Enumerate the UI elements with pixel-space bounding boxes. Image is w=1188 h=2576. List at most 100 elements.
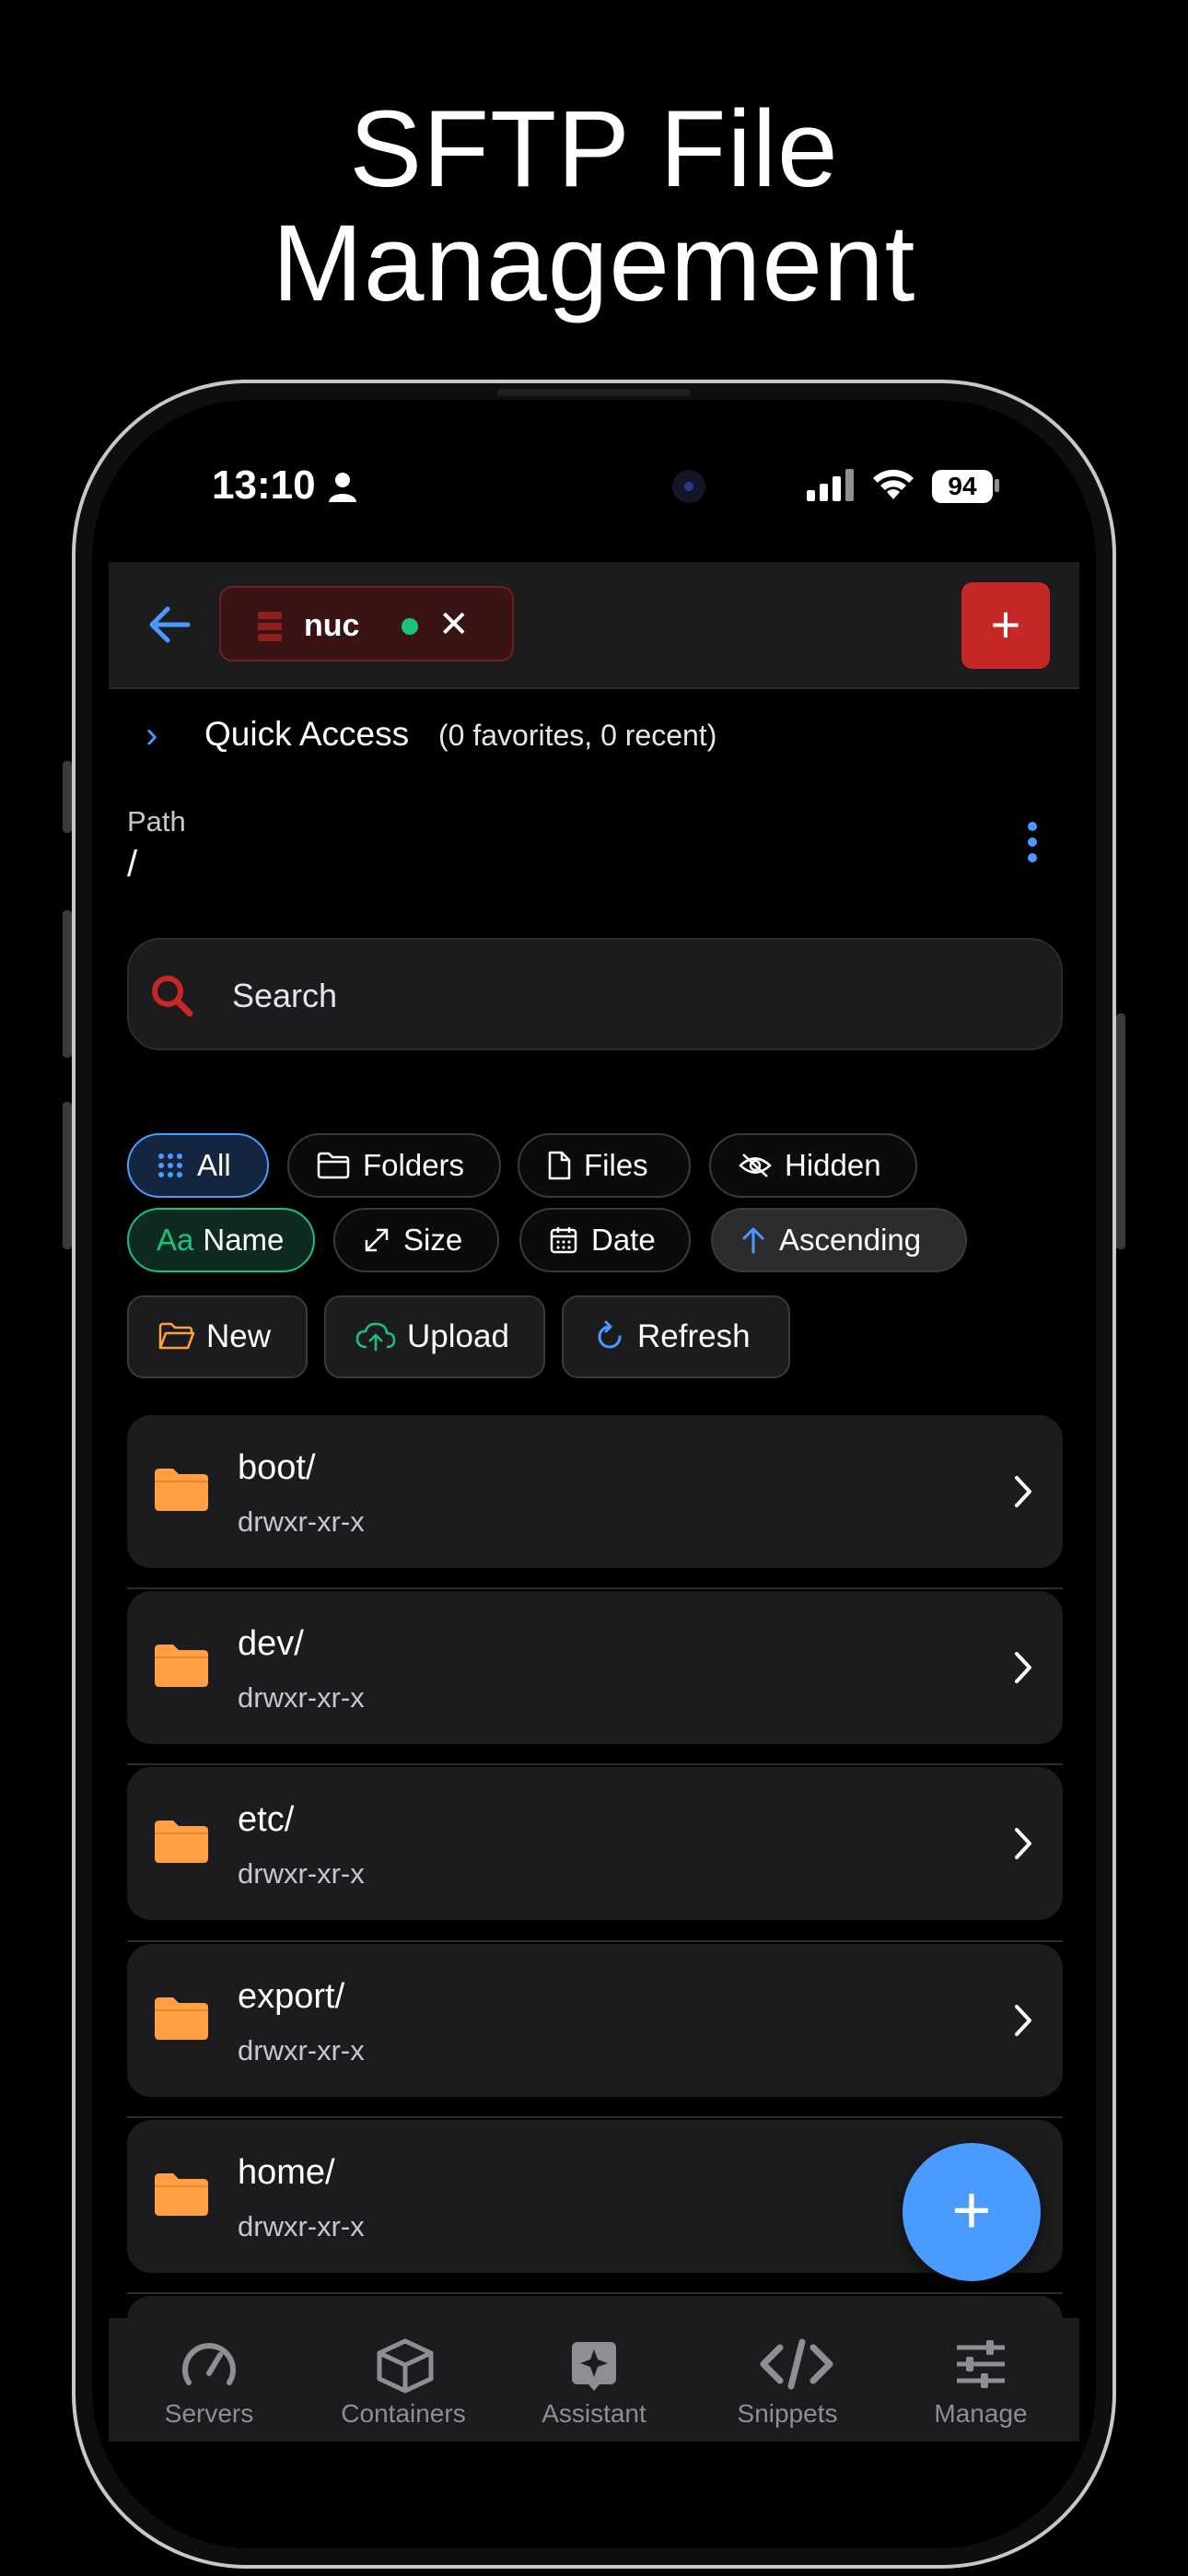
filter-folders-chip[interactable]: Folders (287, 1133, 501, 1198)
chevron-right-icon (1015, 1652, 1031, 1683)
entry-name: export/ (238, 1977, 345, 2016)
tab-assistant[interactable]: Assistant (497, 2318, 691, 2441)
list-item[interactable]: etc/ drwxr-xr-x (127, 1767, 1063, 1920)
chevron-right-icon (1015, 1476, 1031, 1507)
plus-icon: + (951, 2172, 992, 2248)
list-item[interactable]: export/ drwxr-xr-x (127, 1944, 1063, 2097)
headline: SFTP File Management (0, 92, 1188, 321)
code-icon (760, 2338, 833, 2390)
server-tab-chip[interactable]: nuc ✕ (219, 586, 514, 662)
tab-servers-label: Servers (164, 2399, 254, 2428)
arrow-up-icon (742, 1227, 764, 1254)
list-item[interactable]: boot/ drwxr-xr-x (127, 1415, 1063, 1568)
gauge-icon (182, 2343, 236, 2385)
search-input[interactable] (230, 967, 1026, 1025)
headline-line2: Management (272, 203, 916, 324)
bottom-tab-bar: Servers Containers Assistant Snippets Ma… (109, 2318, 1079, 2441)
speaker-grille (497, 389, 691, 396)
tab-assistant-label: Assistant (542, 2399, 646, 2428)
sliders-icon (957, 2340, 1005, 2388)
entry-permissions: drwxr-xr-x (238, 2210, 365, 2242)
add-connection-button[interactable]: + (961, 582, 1050, 669)
server-icon (258, 612, 282, 641)
sparkle-icon (572, 2342, 616, 2391)
volume-up-button (63, 910, 72, 1058)
sort-order-chip[interactable]: Ascending (711, 1208, 967, 1272)
power-button (1116, 1013, 1125, 1249)
server-name: nuc (304, 608, 360, 643)
filter-files-label: Files (584, 1148, 648, 1182)
folder-outline-icon (317, 1152, 350, 1179)
folder-icon (155, 2173, 208, 2216)
list-divider (127, 1587, 1063, 1589)
refresh-button[interactable]: Refresh (562, 1295, 790, 1378)
tab-manage[interactable]: Manage (884, 2318, 1077, 2441)
entry-name: dev/ (238, 1624, 304, 1663)
resize-arrows-icon (365, 1228, 389, 1252)
folder-icon (155, 1645, 208, 1687)
calendar-icon (550, 1227, 577, 1254)
sort-name-chip[interactable]: Aa Name (127, 1208, 315, 1272)
filter-all-chip[interactable]: All (127, 1133, 269, 1198)
cloud-upload-icon (355, 1322, 396, 1351)
person-icon (329, 473, 356, 502)
tab-containers[interactable]: Containers (307, 2318, 500, 2441)
plus-icon: + (990, 595, 1021, 653)
grid-icon (158, 1153, 182, 1177)
wifi-icon (873, 469, 914, 499)
folder-icon (155, 1997, 208, 2040)
filter-all-label: All (197, 1148, 231, 1182)
action-button (63, 761, 72, 833)
entry-permissions: drwxr-xr-x (238, 1857, 365, 1890)
sort-name-label: Name (203, 1223, 285, 1257)
box-icon (377, 2338, 434, 2394)
entry-permissions: drwxr-xr-x (238, 1681, 365, 1714)
file-icon (548, 1151, 571, 1180)
connection-status-dot (402, 618, 418, 635)
entry-permissions: drwxr-xr-x (238, 2034, 365, 2067)
path-value: / (127, 844, 138, 884)
battery-icon (995, 479, 999, 492)
headline-line1: SFTP File (349, 88, 839, 210)
filter-folders-label: Folders (363, 1148, 465, 1182)
chevron-right-icon (1015, 2005, 1031, 2036)
upload-button[interactable]: Upload (324, 1295, 545, 1378)
sort-date-chip[interactable]: Date (519, 1208, 691, 1272)
chevron-right-icon[interactable]: › (146, 715, 157, 756)
list-divider (127, 1940, 1063, 1942)
close-tab-icon[interactable]: ✕ (438, 603, 470, 647)
cellular-signal-icon (807, 469, 854, 501)
search-bar[interactable] (127, 938, 1063, 1050)
tab-containers-label: Containers (341, 2399, 466, 2428)
list-divider (127, 2292, 1063, 2294)
list-divider (127, 2116, 1063, 2118)
entry-name: etc/ (238, 1800, 295, 1839)
filter-hidden-label: Hidden (785, 1148, 881, 1182)
quick-access-title[interactable]: Quick Access (204, 715, 409, 754)
tab-snippets[interactable]: Snippets (691, 2318, 884, 2441)
more-options-icon[interactable] (1028, 822, 1039, 869)
search-icon (152, 976, 193, 1017)
arrow-left-icon[interactable] (146, 601, 193, 649)
entry-permissions: drwxr-xr-x (238, 1505, 365, 1538)
upload-label: Upload (407, 1318, 509, 1354)
sort-size-chip[interactable]: Size (333, 1208, 499, 1272)
volume-down-button (63, 1102, 72, 1249)
sort-name-prefix: Aa (157, 1223, 194, 1257)
tab-servers[interactable]: Servers (112, 2318, 306, 2441)
quick-access-subtitle: (0 favorites, 0 recent) (438, 719, 717, 752)
entry-name: boot/ (238, 1448, 316, 1487)
list-item[interactable]: dev/ drwxr-xr-x (127, 1591, 1063, 1744)
filter-hidden-chip[interactable]: Hidden (709, 1133, 917, 1198)
tab-snippets-label: Snippets (737, 2399, 838, 2428)
sort-size-label: Size (403, 1223, 463, 1257)
refresh-label: Refresh (637, 1318, 751, 1354)
battery-level: 94 (932, 470, 993, 503)
list-divider (127, 1763, 1063, 1765)
eye-slash-icon (739, 1153, 772, 1177)
new-label: New (206, 1318, 272, 1354)
filter-files-chip[interactable]: Files (518, 1133, 691, 1198)
add-file-fab[interactable]: + (903, 2143, 1041, 2281)
chevron-right-icon (1015, 1828, 1031, 1859)
new-button[interactable]: New (127, 1295, 308, 1378)
